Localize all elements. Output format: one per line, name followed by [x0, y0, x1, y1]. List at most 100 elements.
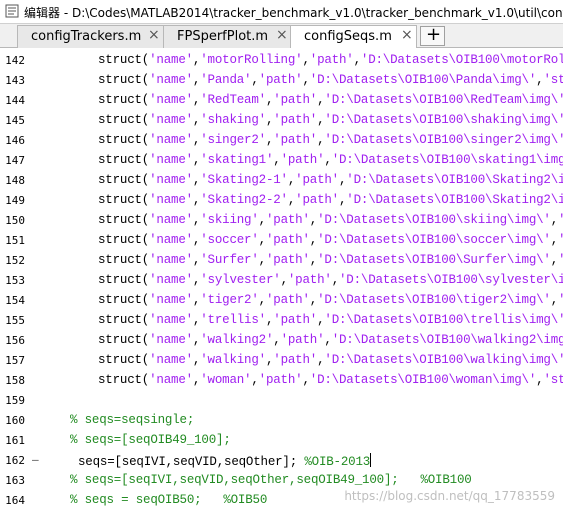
code-line[interactable]: 153 struct('name','sylvester','path','D:\…: [0, 271, 563, 291]
string-token: 'D:\Datasets\OIB100\tiger2\img\': [317, 293, 551, 307]
code-text: % seqs=[seqIVI,seqVID,seqOther,seqOIB49_…: [70, 473, 472, 487]
string-token: 'Panda': [200, 73, 252, 87]
code-text: struct('name','shaking','path','D:\Datas…: [98, 113, 563, 127]
code-token: ,: [309, 253, 318, 267]
code-line[interactable]: 144 struct('name','RedTeam','path','D:\Da…: [0, 91, 563, 111]
code-line[interactable]: 142 struct('name','motorRolling','path','…: [0, 51, 563, 71]
code-token: ,: [258, 293, 267, 307]
string-token: 'Surfer': [200, 253, 259, 267]
line-number: 160: [5, 414, 25, 427]
string-token: 'path': [258, 373, 303, 387]
string-token: 'name': [149, 233, 193, 247]
string-token: 'motorRolling': [200, 53, 303, 67]
code-line[interactable]: 150 struct('name','skiing','path','D:\Dat…: [0, 211, 563, 231]
string-token: 'shaking': [200, 113, 266, 127]
string-token: 'path': [280, 153, 325, 167]
code-line[interactable]: 147 struct('name','skating1','path','D:\D…: [0, 151, 563, 171]
string-token: 'name': [149, 333, 193, 347]
code-line[interactable]: 163 % seqs=[seqIVI,seqVID,seqOther,seqOIB…: [0, 471, 563, 491]
code-line[interactable]: 148 struct('name','Skating2-1','path','D:…: [0, 171, 563, 191]
string-token: 'path': [273, 313, 318, 327]
tab-configseqs[interactable]: configSeqs.m ×: [290, 25, 417, 49]
code-line[interactable]: 157 struct('name','walking','path','D:\Da…: [0, 351, 563, 371]
code-token: struct(: [98, 173, 150, 187]
line-number: 145: [5, 114, 25, 127]
code-text: struct('name','walking','path','D:\Datas…: [98, 353, 563, 367]
string-token: 'D:\Datasets\OIB100\shaking\img\': [324, 113, 563, 127]
string-token: 'D:\Datasets\OIB100\Skating2\img: [346, 193, 563, 207]
string-token: 'D:\Datasets\OIB100\skiing\img\': [317, 213, 551, 227]
string-token: 'singer2': [200, 133, 266, 147]
string-token: 'st: [558, 233, 563, 247]
code-text: struct('name','soccer','path','D:\Datase…: [98, 233, 563, 247]
string-token: 'st: [558, 213, 563, 227]
string-token: 'path': [273, 353, 318, 367]
code-line[interactable]: 149 struct('name','Skating2-2','path','D:…: [0, 191, 563, 211]
code-line[interactable]: 151 struct('name','soccer','path','D:\Dat…: [0, 231, 563, 251]
close-icon[interactable]: ×: [401, 27, 413, 43]
string-token: 'name': [149, 353, 193, 367]
string-token: 'path': [273, 93, 318, 107]
code-text: struct('name','Panda','path','D:\Dataset…: [98, 73, 563, 87]
code-line[interactable]: 159: [0, 391, 563, 411]
code-text: struct('name','Skating2-1','path','D:\Da…: [98, 173, 563, 187]
code-line[interactable]: 162 — seqs=[seqIVI,seqVID,seqOther]; %OIB-…: [0, 451, 563, 471]
code-line[interactable]: 143 struct('name','Panda','path','D:\Data…: [0, 71, 563, 91]
string-token: 'name': [149, 253, 193, 267]
code-token: ,: [309, 293, 318, 307]
tab-configtrackers[interactable]: configTrackers.m ×: [17, 25, 164, 48]
code-token: ,: [251, 373, 259, 387]
string-token: 'soccer': [200, 233, 259, 247]
string-token: 'path': [258, 73, 303, 87]
code-token: struct(: [98, 193, 150, 207]
code-token: ,: [550, 293, 559, 307]
tab-fpsperfplot[interactable]: FPSperfPlot.m ×: [163, 25, 291, 48]
line-number: 161: [5, 434, 25, 447]
string-token: 'path': [265, 253, 310, 267]
line-number: 143: [5, 74, 25, 87]
add-tab-button[interactable]: +: [420, 24, 445, 46]
code-token: ,: [273, 333, 281, 347]
line-number: 147: [5, 154, 25, 167]
line-number: 154: [5, 294, 25, 307]
code-token: ,: [258, 253, 267, 267]
code-text: struct('name','singer2','path','D:\Datas…: [98, 133, 563, 147]
string-token: 'D:\Datasets\OIB100\motorRollin: [360, 53, 563, 67]
string-token: 'skiing': [200, 213, 259, 227]
code-text: struct('name','tiger2','path','D:\Datase…: [98, 293, 563, 307]
code-editor[interactable]: 142 struct('name','motorRolling','path','…: [0, 48, 563, 518]
code-line[interactable]: 156 struct('name','walking2','path','D:\D…: [0, 331, 563, 351]
code-line[interactable]: 161 % seqs=[seqOIB49_100];: [0, 431, 563, 451]
line-number: 153: [5, 274, 25, 287]
code-token: ,: [280, 273, 289, 287]
code-token: struct(: [98, 253, 150, 267]
string-token: 'path': [280, 333, 325, 347]
code-line[interactable]: 155 struct('name','trellis','path','D:\Da…: [0, 311, 563, 331]
code-token: ,: [309, 213, 318, 227]
close-icon[interactable]: ×: [148, 27, 160, 43]
comment-token: % seqs=seqsingle;: [70, 413, 195, 427]
line-number: 162: [5, 454, 25, 467]
code-line[interactable]: 158 struct('name','woman','path','D:\Data…: [0, 371, 563, 391]
code-token: struct(: [98, 313, 150, 327]
code-line[interactable]: 145 struct('name','shaking','path','D:\Da…: [0, 111, 563, 131]
code-line[interactable]: 160 % seqs=seqsingle;: [0, 411, 563, 431]
close-icon[interactable]: ×: [276, 27, 288, 43]
string-token: 'D:\Datasets\OIB100\singer2\img\': [324, 133, 563, 147]
string-token: 'name': [149, 133, 193, 147]
code-token: struct(: [98, 233, 150, 247]
string-token: 'path': [265, 233, 310, 247]
code-token: struct(: [98, 53, 150, 67]
code-token: ,: [324, 333, 332, 347]
code-line[interactable]: 154 struct('name','tiger2','path','D:\Dat…: [0, 291, 563, 311]
code-line[interactable]: 152 struct('name','Surfer','path','D:\Dat…: [0, 251, 563, 271]
code-token: ,: [324, 153, 332, 167]
code-text: % seqs=[seqOIB49_100];: [70, 433, 231, 447]
code-line[interactable]: 146 struct('name','singer2','path','D:\Da…: [0, 131, 563, 151]
tab-label: FPSperfPlot.m: [177, 29, 269, 44]
line-number: 144: [5, 94, 25, 107]
string-token: 'start: [543, 373, 563, 387]
code-text: struct('name','motorRolling','path','D:\…: [98, 53, 563, 67]
fold-marker[interactable]: —: [32, 453, 39, 466]
tab-label: configSeqs.m: [304, 29, 392, 44]
